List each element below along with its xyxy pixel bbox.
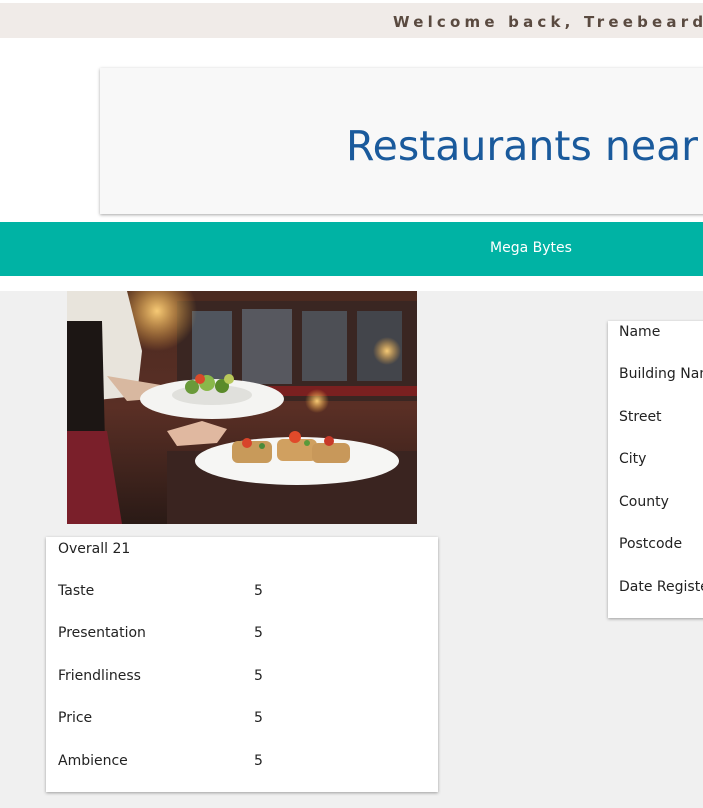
detail-label-postcode: Postcode xyxy=(619,536,683,552)
detail-label-street: Street xyxy=(619,409,662,425)
detail-label-city: City xyxy=(619,451,647,467)
welcome-bar: Welcome back, Treebeard xyxy=(0,3,703,38)
rating-label: Taste xyxy=(58,583,95,599)
detail-label-building-name: Building Nam xyxy=(619,366,703,382)
rating-label: Presentation xyxy=(58,625,146,641)
detail-label-name: Name xyxy=(619,324,661,340)
rating-value: 5 xyxy=(254,753,263,769)
rating-row-ambience: Ambience 5 xyxy=(58,753,428,773)
rating-label: Ambience xyxy=(58,753,128,769)
detail-label-county: County xyxy=(619,494,669,510)
page-title: Restaurants near yo xyxy=(346,122,703,170)
title-card: Restaurants near yo xyxy=(100,68,703,214)
welcome-message: Welcome back, Treebeard xyxy=(393,13,703,31)
ratings-card: Overall 21 Taste 5 Presentation 5 Friend… xyxy=(46,537,438,792)
rating-label: Friendliness xyxy=(58,668,141,684)
rating-row-price: Price 5 xyxy=(58,710,428,730)
restaurant-photo xyxy=(67,291,417,524)
rating-value: 5 xyxy=(254,583,263,599)
rating-value: 5 xyxy=(254,710,263,726)
nav-item-mega-bytes[interactable]: Mega Bytes xyxy=(490,240,572,256)
rating-value: 5 xyxy=(254,668,263,684)
rating-value: 5 xyxy=(254,625,263,641)
overall-rating: Overall 21 xyxy=(58,541,131,557)
nav-bar: Mega Bytes xyxy=(0,222,703,276)
rating-label: Price xyxy=(58,710,93,726)
rating-row-presentation: Presentation 5 xyxy=(58,625,428,645)
detail-label-date-registered: Date Registe xyxy=(619,579,703,595)
restaurant-details-card: Name Building Nam Street City County Pos… xyxy=(608,321,703,618)
rating-row-friendliness: Friendliness 5 xyxy=(58,668,428,688)
rating-row-taste: Taste 5 xyxy=(58,583,428,603)
